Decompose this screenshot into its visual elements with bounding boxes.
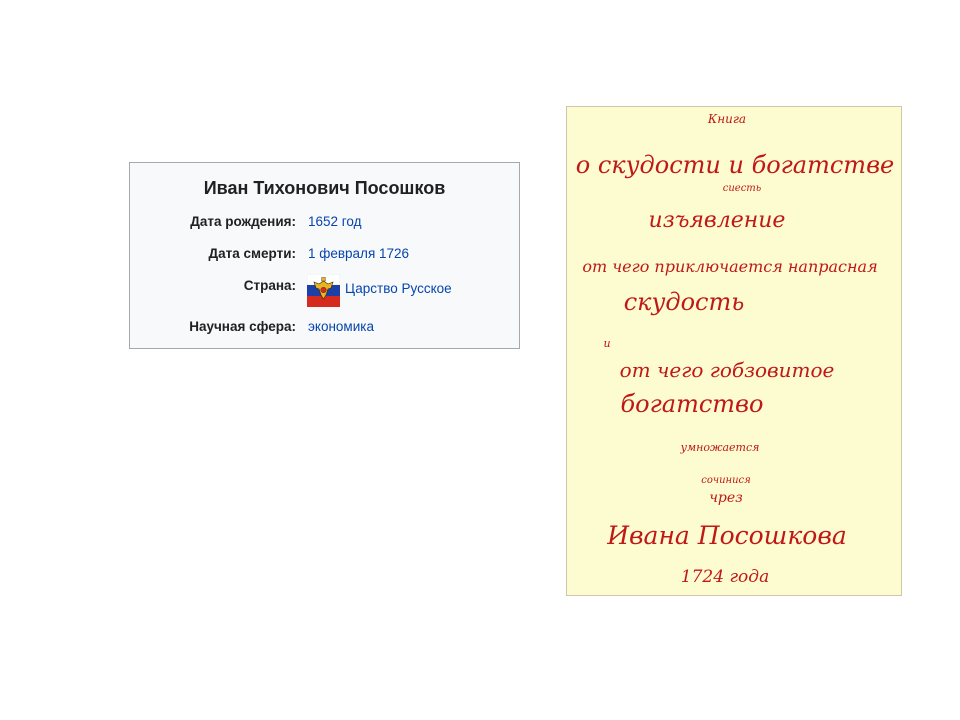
russian-tsardom-flag-icon[interactable] [307,274,340,307]
death-date-link[interactable]: 1 февраля 1726 [308,246,409,261]
country-link[interactable]: Царство Русское [345,281,452,296]
manuscript-line: о скудости и богатстве [576,151,894,179]
manuscript-line: чрез [709,490,743,506]
manuscript-line: сочинися [701,475,751,486]
manuscript-line: от чего гобзовитое [620,358,835,382]
manuscript-line: Ивана Посошкова [606,521,847,550]
manuscript-title-page-image: Книга о скудости и богатстве сиесть изъя… [566,106,902,596]
country-label: Страна: [243,278,296,293]
death-date-label: Дата смерти: [208,246,296,261]
manuscript-line: 1724 года [681,567,769,587]
manuscript-line: изъявление [649,208,786,233]
manuscript-line: от чего приключается напрасная [582,257,877,276]
manuscript-line: умножается [680,441,760,454]
infobox-title: Иван Тихонович Посошков [203,178,446,198]
manuscript-line: сиесть [723,183,762,194]
infobox: Иван Тихонович Посошков Дата рождения: 1… [129,162,520,349]
birth-date-link[interactable]: 1652 год [308,214,362,229]
field-link[interactable]: экономика [308,319,374,334]
field-label: Научная сфера: [189,319,296,334]
birth-date-label: Дата рождения: [190,214,296,229]
manuscript-line: скудость [624,288,745,316]
manuscript-line: Книга [707,112,746,126]
manuscript-line: и [603,337,610,350]
manuscript-line: богатство [621,390,764,418]
